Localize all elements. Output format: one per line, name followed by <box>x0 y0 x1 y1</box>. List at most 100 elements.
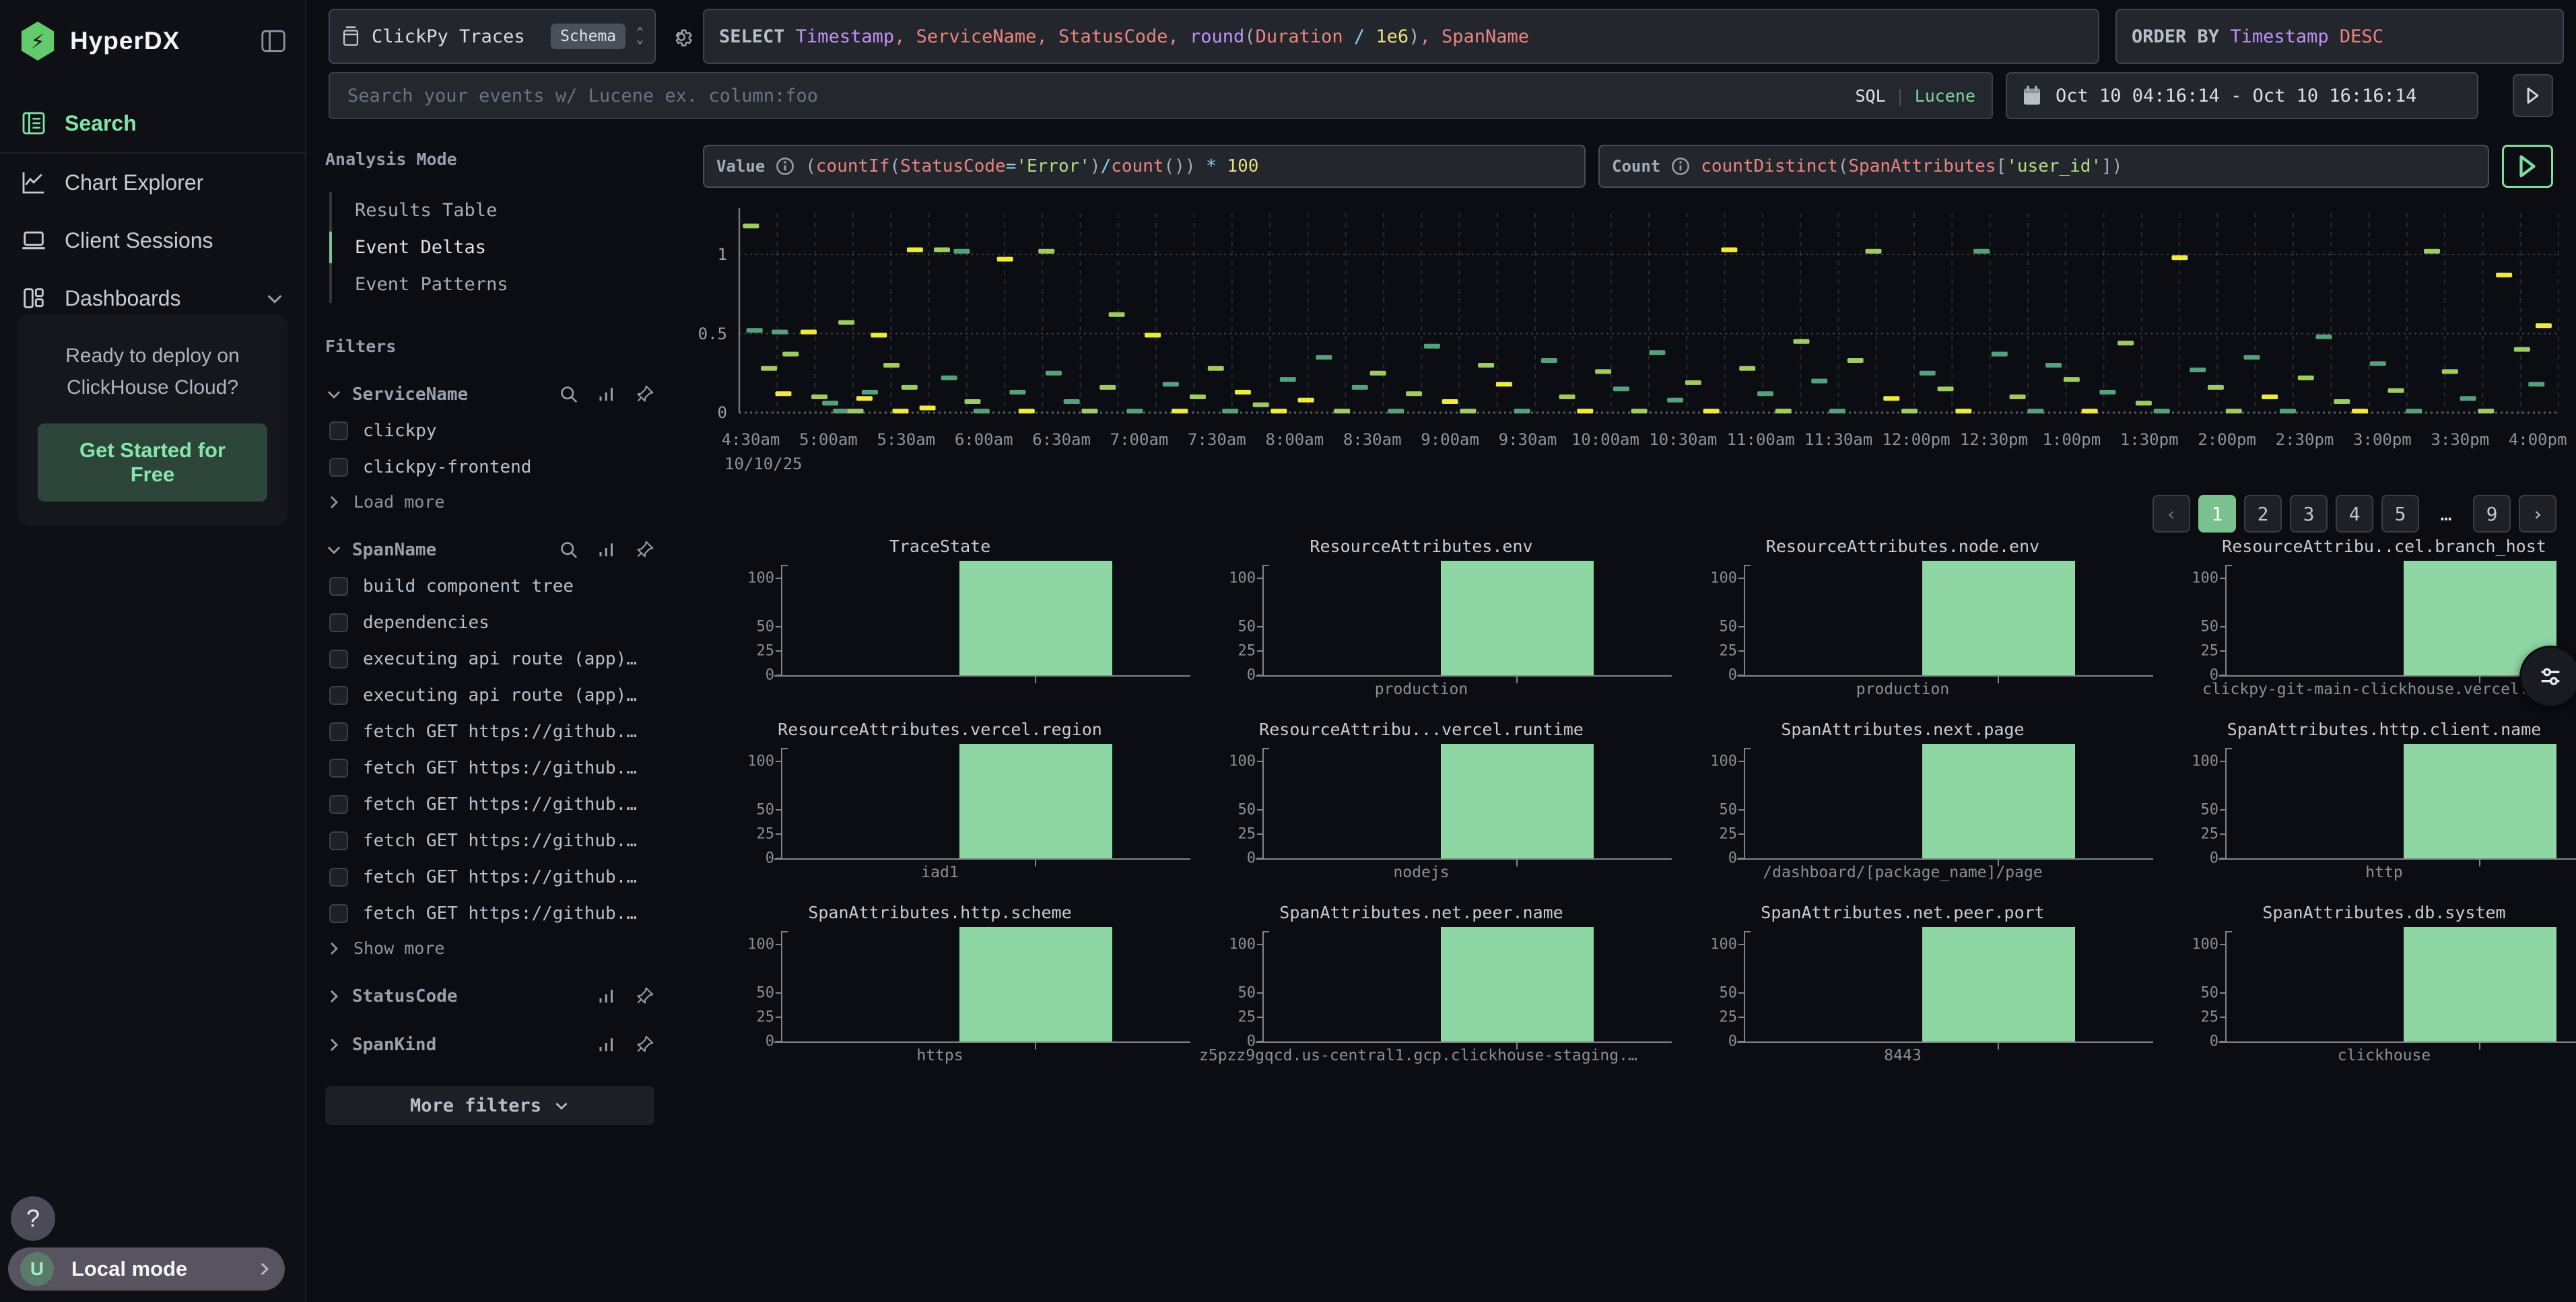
mini-y-tick-label: 25 <box>757 643 775 660</box>
pagination-page-2[interactable]: 2 <box>2244 495 2282 533</box>
mini-chart-resourceattribu-vercel-runtime[interactable]: ResourceAttribu...vercel.runtime10050250… <box>1199 718 1681 901</box>
orderby-clause-input[interactable]: ORDER BY Timestamp DESC <box>2115 9 2564 64</box>
code-token: SpanAttributes <box>1848 156 1996 176</box>
mini-chart-spanattributes-http-scheme[interactable]: SpanAttributes.http.scheme10050250https <box>718 901 1199 1064</box>
checkbox[interactable] <box>329 421 348 440</box>
search-icon[interactable] <box>559 540 579 560</box>
filter-group-header[interactable]: SpanName <box>325 540 654 560</box>
mini-chart-xlabel: clickpy-git-main-clickhouse.vercel.app… <box>2162 681 2576 698</box>
lang-toggle-lucene[interactable]: Lucene <box>1915 86 1975 106</box>
mini-chart-xlabel: clickhouse <box>2162 1047 2576 1064</box>
code-token: count <box>1111 156 1163 176</box>
mini-y-tick-label: 50 <box>1238 619 1256 636</box>
checkbox[interactable] <box>329 577 348 596</box>
filter-option[interactable]: clickpy-frontend <box>325 457 654 477</box>
x-axis-tick-label: 8:00am <box>1265 430 1324 449</box>
checkbox[interactable] <box>329 831 348 850</box>
filter-option[interactable]: executing api route (app)… <box>325 649 654 669</box>
pagination-page-4[interactable]: 4 <box>2336 495 2373 533</box>
filter-option[interactable]: executing api route (app)… <box>325 685 654 706</box>
filter-option[interactable]: build component tree <box>325 576 654 596</box>
pagination-page-3[interactable]: 3 <box>2290 495 2328 533</box>
sidebar-item-chart-explorer[interactable]: Chart Explorer <box>0 153 305 211</box>
bar-chart-icon[interactable] <box>597 540 617 560</box>
date-range-picker[interactable]: Oct 10 04:16:14 - Oct 10 16:16:14 <box>2006 72 2478 119</box>
source-selector[interactable]: ClickPy Traces Schema ⌃⌄ <box>329 9 656 64</box>
gear-icon[interactable] <box>669 24 694 50</box>
bar-chart-icon[interactable] <box>597 1035 617 1055</box>
mini-chart-resourceattributes-env[interactable]: ResourceAttributes.env10050250production <box>1199 535 1681 718</box>
checkbox[interactable] <box>329 613 348 632</box>
sidebar-item-search[interactable]: Search <box>0 94 305 152</box>
checkbox[interactable] <box>329 868 348 887</box>
filter-group-name: ServiceName <box>352 384 468 405</box>
pagination-prev-button[interactable]: ‹ <box>2153 495 2190 533</box>
checkbox[interactable] <box>329 650 348 669</box>
pagination-page-5[interactable]: 5 <box>2381 495 2419 533</box>
mini-chart-title: ResourceAttributes.node.env <box>1681 537 2125 556</box>
filter-option[interactable]: clickpy <box>325 421 654 441</box>
select-clause-input[interactable]: SELECT Timestamp, ServiceName, StatusCod… <box>703 9 2099 64</box>
sidebar-item-client-sessions[interactable]: Client Sessions <box>0 211 305 269</box>
mini-chart-resourceattribu-cel-branch-host[interactable]: ResourceAttribu..cel.branch_host10050250… <box>2162 535 2576 718</box>
mini-chart-resourceattributes-node-env[interactable]: ResourceAttributes.node.env10050250produ… <box>1681 535 2162 718</box>
search-input[interactable] <box>346 85 1855 107</box>
filter-option[interactable]: fetch GET https://github.… <box>325 903 654 924</box>
pin-icon[interactable] <box>634 1035 654 1055</box>
mini-chart-plot: 10050250 <box>782 927 1159 1041</box>
mini-chart-spanattributes-net-peer-name[interactable]: SpanAttributes.net.peer.name10050250z5pz… <box>1199 901 1681 1064</box>
filter-group-header[interactable]: StatusCode <box>325 986 654 1006</box>
mini-chart-spanattributes-db-system[interactable]: SpanAttributes.db.system10050250clickhou… <box>2162 901 2576 1064</box>
filter-group-header[interactable]: ServiceName <box>325 384 654 405</box>
filter-option[interactable]: fetch GET https://github.… <box>325 831 654 851</box>
checkbox[interactable] <box>329 686 348 705</box>
checkbox[interactable] <box>329 759 348 778</box>
mini-chart-tracestate[interactable]: TraceState10050250 <box>718 535 1199 718</box>
clickhouse-cloud-promo: Ready to deploy on ClickHouse Cloud? Get… <box>18 314 287 526</box>
show-more-link[interactable]: Show more <box>325 938 654 958</box>
mini-chart-spanattributes-next-page[interactable]: SpanAttributes.next.page10050250/dashboa… <box>1681 718 2162 901</box>
filter-option[interactable]: fetch GET https://github.… <box>325 867 654 887</box>
checkbox[interactable] <box>329 795 348 814</box>
value-expression-input[interactable]: Value (countIf(StatusCode='Error')/count… <box>703 145 1586 188</box>
collapse-sidebar-icon[interactable] <box>261 30 286 53</box>
event-deltas-chart[interactable]: 10.504:30am5:00am5:30am6:00am6:30am7:00a… <box>673 202 2576 485</box>
pagination-page-9[interactable]: 9 <box>2473 495 2511 533</box>
help-button[interactable]: ? <box>11 1196 55 1241</box>
checkbox[interactable] <box>329 458 348 477</box>
filter-option[interactable]: fetch GET https://github.… <box>325 758 654 778</box>
pin-icon[interactable] <box>634 384 654 405</box>
checkbox[interactable] <box>329 904 348 923</box>
deltas-chart-canvas[interactable] <box>673 202 2565 417</box>
pagination-page-1[interactable]: 1 <box>2198 495 2236 533</box>
analysis-mode-title: Analysis Mode <box>325 149 654 169</box>
pin-icon[interactable] <box>634 540 654 560</box>
count-expression-input[interactable]: Count countDistinct(SpanAttributes['user… <box>1598 145 2489 188</box>
bar-chart-icon[interactable] <box>597 986 617 1006</box>
mini-chart-spanattributes-http-client-name[interactable]: SpanAttributes.http.client.name10050250h… <box>2162 718 2576 901</box>
lang-toggle-sql[interactable]: SQL <box>1855 86 1885 106</box>
more-filters-button[interactable]: More filters <box>325 1086 654 1125</box>
filter-group-header[interactable]: SpanKind <box>325 1035 654 1055</box>
filter-option[interactable]: fetch GET https://github.… <box>325 794 654 815</box>
chart-settings-button[interactable] <box>2519 646 2576 708</box>
pagination-next-button[interactable]: › <box>2519 495 2556 533</box>
analysis-mode-event-patterns[interactable]: Event Patterns <box>332 266 654 303</box>
get-started-button[interactable]: Get Started for Free <box>38 423 267 502</box>
source-name: ClickPy Traces <box>372 26 525 47</box>
checkbox[interactable] <box>329 722 348 741</box>
run-analysis-button[interactable] <box>2502 145 2553 188</box>
mini-chart-resourceattributes-vercel-region[interactable]: ResourceAttributes.vercel.region10050250… <box>718 718 1199 901</box>
search-icon[interactable] <box>559 384 579 405</box>
analysis-mode-event-deltas[interactable]: Event Deltas <box>332 229 654 266</box>
mini-y-tick-label: 50 <box>2201 619 2219 636</box>
local-mode-pill[interactable]: U Local mode <box>8 1247 285 1291</box>
pin-icon[interactable] <box>634 986 654 1006</box>
run-search-button[interactable] <box>2513 74 2553 117</box>
filter-option[interactable]: dependencies <box>325 613 654 633</box>
filter-option[interactable]: fetch GET https://github.… <box>325 722 654 742</box>
load-more-link[interactable]: Load more <box>325 492 654 512</box>
bar-chart-icon[interactable] <box>597 384 617 405</box>
mini-chart-spanattributes-net-peer-port[interactable]: SpanAttributes.net.peer.port100502508443 <box>1681 901 2162 1064</box>
analysis-mode-results-table[interactable]: Results Table <box>332 192 654 229</box>
